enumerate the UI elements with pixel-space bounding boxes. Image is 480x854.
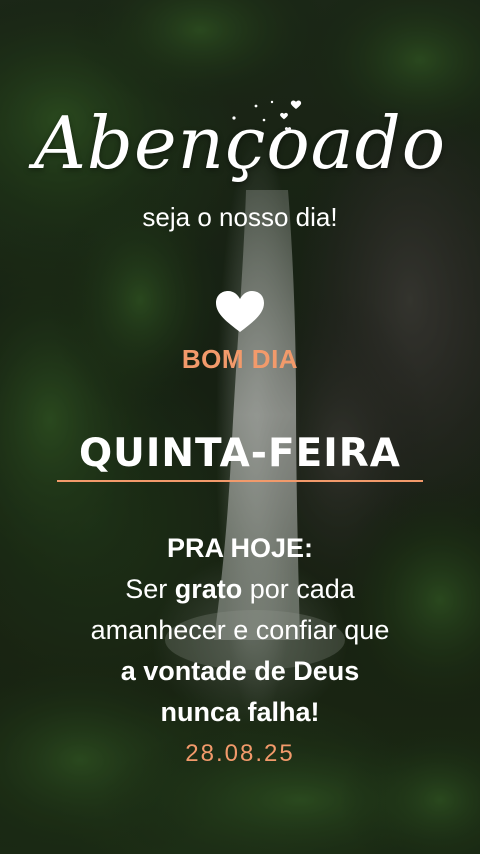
message-heading: PRA HOJE:	[166, 533, 314, 563]
daily-message: PRA HOJE: Ser grato por cada amanhecer e…	[0, 528, 480, 733]
message-line-2: amanhecer e confiar que	[90, 615, 390, 645]
script-title: Abençoado	[33, 101, 447, 185]
message-line-1-end: por cada	[242, 574, 355, 604]
message-line-4: nunca falha!	[160, 697, 320, 727]
message-line-1-bold: grato	[174, 574, 243, 604]
message-line-1: Ser grato por cada	[0, 569, 480, 610]
content-layer: Abençoado seja o nosso dia! BOM DIA QUIN…	[0, 0, 480, 854]
subtitle: seja o nosso dia!	[142, 202, 338, 232]
message-line-1-start: Ser	[125, 574, 175, 604]
weekday-underline	[57, 480, 423, 482]
message-line-3: a vontade de Deus	[120, 656, 360, 686]
heart-icon	[216, 291, 264, 332]
greeting-label: BOM DIA	[181, 344, 299, 374]
weekday-heading: QUINTA-FEIRA	[79, 431, 401, 476]
story-card: Abençoado seja o nosso dia! BOM DIA QUIN…	[0, 0, 480, 854]
date-label: 28.08.25	[185, 740, 295, 767]
